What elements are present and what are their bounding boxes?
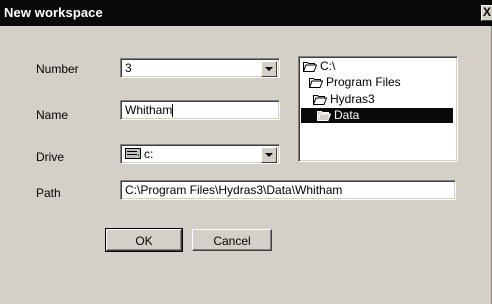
ok-label: OK <box>135 234 153 248</box>
tree-item-label: C:\ <box>320 59 336 73</box>
folder-open-icon <box>317 111 331 122</box>
number-value: 3 <box>125 61 132 75</box>
folder-open-icon <box>303 62 317 73</box>
chevron-down-icon <box>265 153 273 157</box>
tree-item-label: Data <box>334 108 360 122</box>
name-value: Whitham <box>125 103 173 117</box>
new-workspace-dialog: New workspace X Number 3 Name Whitham Dr… <box>0 0 492 304</box>
folder-open-icon <box>313 95 327 106</box>
drive-label: Drive <box>36 150 65 164</box>
chevron-down-icon <box>265 67 273 71</box>
close-button[interactable]: X <box>481 5 492 21</box>
ok-button[interactable]: OK <box>105 228 183 252</box>
path-label: Path <box>36 186 61 200</box>
number-label: Number <box>36 62 79 76</box>
drive-dropdown-button[interactable] <box>261 147 277 163</box>
drive-field: c: <box>125 147 153 161</box>
path-value: C:\Program Files\Hydras3\Data\Whitham <box>125 183 343 197</box>
path-input[interactable]: C:\Program Files\Hydras3\Data\Whitham <box>120 180 456 200</box>
tree-item-hydras3[interactable]: Hydras3 <box>313 92 375 107</box>
name-label: Name <box>36 108 69 122</box>
close-icon: X <box>483 5 492 19</box>
tree-item-label: Hydras3 <box>330 92 375 106</box>
cancel-button[interactable]: Cancel <box>192 229 272 251</box>
tree-item-program-files[interactable]: Program Files <box>309 75 401 90</box>
folder-open-icon <box>309 78 323 89</box>
text-caret <box>172 104 173 117</box>
window-title: New workspace <box>4 5 103 20</box>
tree-item-root[interactable]: C:\ <box>303 59 335 74</box>
name-input[interactable]: Whitham <box>120 100 280 120</box>
drive-icon <box>125 148 141 159</box>
cancel-label: Cancel <box>213 234 251 248</box>
drive-value: c: <box>144 147 154 161</box>
number-dropdown[interactable]: 3 <box>120 58 280 78</box>
directory-tree[interactable]: C:\ Program Files Hydras3 Data <box>298 56 458 162</box>
drive-dropdown[interactable]: c: <box>120 144 280 164</box>
tree-item-label: Program Files <box>326 75 401 89</box>
tree-item-data[interactable]: Data <box>301 108 453 123</box>
title-bar[interactable]: New workspace X <box>0 0 492 26</box>
number-dropdown-button[interactable] <box>261 61 277 77</box>
